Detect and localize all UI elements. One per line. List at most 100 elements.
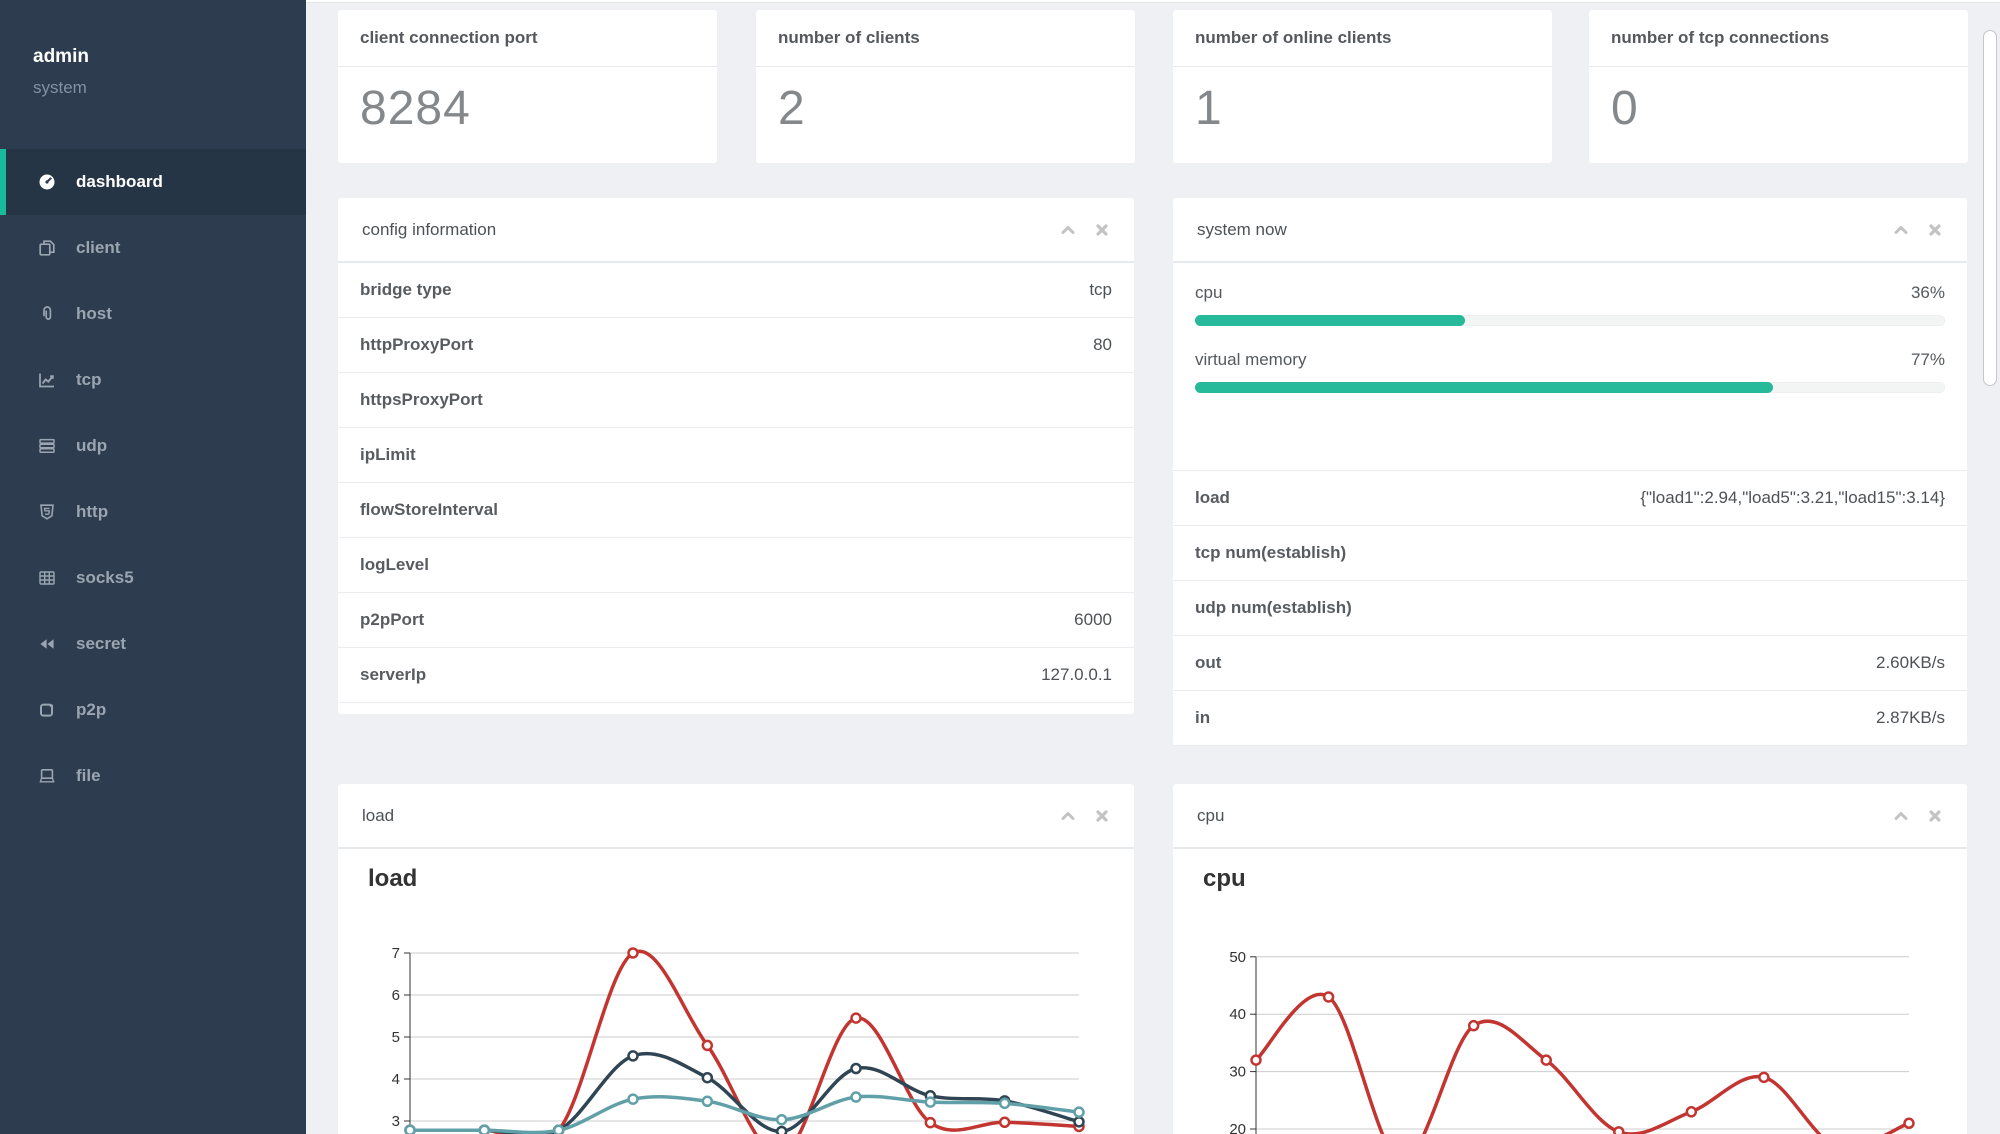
close-icon[interactable] <box>1927 222 1943 238</box>
panel-title: system now <box>1197 219 1287 239</box>
sidebar-item-label: tcp <box>76 370 102 389</box>
gauge-percent: 36% <box>1910 283 1945 302</box>
close-icon[interactable] <box>1094 808 1110 824</box>
row-label: serverIp <box>360 665 427 684</box>
main-content: client connection port 8284 number of clie… <box>306 0 2000 1134</box>
stat-card-label: client connection port <box>338 10 717 67</box>
table-row: load {"load1":2.94,"load5":3.21,"load15":… <box>1173 471 1967 526</box>
row-label: p2pPort <box>360 610 425 629</box>
table-row: ipLimit <box>338 428 1134 483</box>
gauge-label: virtual memory <box>1195 350 1307 369</box>
progress-bar <box>1195 315 1945 326</box>
gauge-label: cpu <box>1195 283 1223 302</box>
app: { "sidebar": { "profile": { "name": "adm… <box>0 0 2000 1134</box>
cpu-chart-panel: cpu cpu 20 30 40 50 <box>1173 784 1967 1134</box>
sidebar-item-udp[interactable]: udp <box>0 413 306 479</box>
sidebar-item-tcp[interactable]: tcp <box>0 347 306 413</box>
svg-text:30: 30 <box>1229 1064 1246 1081</box>
sidebar-item-label: dashboard <box>76 172 163 191</box>
sidebar-item-host[interactable]: host <box>0 281 306 347</box>
sidebar-item-label: socks5 <box>76 568 134 587</box>
sidebar-menu: dashboard client host tcp udp http socks5 secre… <box>0 149 306 809</box>
config-information-panel: config information bridge type tcp httpPro… <box>338 198 1134 714</box>
svg-text:7: 7 <box>392 945 400 962</box>
sidebar-item-label: http <box>76 502 109 521</box>
cpu-chart: cpu 20 30 40 50 <box>1173 849 1967 1134</box>
svg-text:3: 3 <box>392 1113 400 1130</box>
svg-text:4: 4 <box>392 1071 400 1088</box>
load-chart-panel: load load 3 4 5 6 7 <box>338 784 1134 1134</box>
line-chart-icon <box>39 373 54 388</box>
chart-title: cpu <box>1203 865 1246 892</box>
row-label: out <box>1195 653 1222 672</box>
panel-title: config information <box>362 219 497 239</box>
backward-icon <box>40 639 54 649</box>
paperclip-icon <box>43 306 52 320</box>
system-now-panel: system now cpu 36% virtual memory 77% load {… <box>1173 198 1967 746</box>
stat-card: client connection port 8284 <box>338 10 717 163</box>
close-icon[interactable] <box>1094 222 1110 238</box>
row-label: udp num(establish) <box>1195 598 1352 617</box>
server-icon <box>39 438 55 454</box>
sidebar-item-file[interactable]: file <box>0 743 306 809</box>
panel-header: config information <box>338 198 1134 263</box>
user-profile: admin system <box>0 0 306 98</box>
row-label: flowStoreInterval <box>360 500 498 519</box>
table-row: in 2.87KB/s <box>1173 691 1967 746</box>
stat-card-label: number of clients <box>756 10 1135 67</box>
stat-card-value: 2 <box>778 82 806 135</box>
system-gauges: cpu 36% virtual memory 77% <box>1173 263 1967 393</box>
load-chart: load 3 4 5 6 7 <box>338 849 1134 1134</box>
table-row: flowStoreInterval <box>338 483 1134 538</box>
square-icon <box>40 703 53 717</box>
sidebar-item-client[interactable]: client <box>0 215 306 281</box>
laptop-icon <box>39 768 55 783</box>
sidebar-item-label: file <box>76 766 101 785</box>
gauge-icon <box>39 174 55 190</box>
sidebar-item-secret[interactable]: secret <box>0 611 306 677</box>
table-row: udp num(establish) <box>1173 581 1967 636</box>
sidebar-item-dashboard[interactable]: dashboard <box>0 149 306 215</box>
stat-card-label: number of online clients <box>1173 10 1552 67</box>
gauge-percent: 77% <box>1910 350 1945 369</box>
progress-bar <box>1195 382 1945 393</box>
table-row: httpProxyPort 80 <box>338 318 1134 373</box>
panel-header: system now <box>1173 198 1967 263</box>
svg-text:20: 20 <box>1229 1121 1246 1134</box>
panel-header: load <box>338 784 1134 849</box>
stat-card-value: 1 <box>1195 82 1223 135</box>
table-row: p2pPort 6000 <box>338 593 1134 648</box>
cpu-chart-svg: 20 30 40 50 <box>1229 949 1915 1134</box>
chart-title: load <box>368 865 418 892</box>
stat-card-value: 0 <box>1611 82 1639 135</box>
table-row: httpsProxyPort <box>338 373 1134 428</box>
collapse-icon[interactable] <box>1893 808 1909 824</box>
html5-icon <box>40 504 54 520</box>
row-label: load <box>1195 488 1230 507</box>
row-value: {"load1":2.94,"load5":3.21,"load15":3.14… <box>1640 488 1945 507</box>
table-row: tcp num(establish) <box>1173 526 1967 581</box>
stat-card: number of clients 2 <box>756 10 1135 163</box>
system-rows: load {"load1":2.94,"load5":3.21,"load15":… <box>1173 470 1967 746</box>
gauge-virtual-memory: virtual memory 77% <box>1195 350 1945 393</box>
sidebar-item-p2p[interactable]: p2p <box>0 677 306 743</box>
svg-text:50: 50 <box>1229 949 1246 966</box>
table-row: out 2.60KB/s <box>1173 636 1967 691</box>
collapse-icon[interactable] <box>1060 808 1076 824</box>
panel-header: cpu <box>1173 784 1967 849</box>
sidebar-item-label: udp <box>76 436 108 455</box>
navbar-remnant <box>306 0 2000 3</box>
close-icon[interactable] <box>1927 808 1943 824</box>
stat-card-label: number of tcp connections <box>1589 10 1968 67</box>
collapse-icon[interactable] <box>1060 222 1076 238</box>
sidebar-item-label: p2p <box>76 700 107 719</box>
scrollbar-thumb[interactable] <box>1983 30 1997 386</box>
row-value: 6000 <box>1074 610 1112 629</box>
table-row: logLevel <box>338 538 1134 593</box>
sidebar-item-socks5[interactable]: socks5 <box>0 545 306 611</box>
sidebar-item-http[interactable]: http <box>0 479 306 545</box>
row-label: httpProxyPort <box>360 335 474 354</box>
stat-card: number of online clients 1 <box>1173 10 1552 163</box>
row-label: logLevel <box>360 555 429 574</box>
collapse-icon[interactable] <box>1893 222 1909 238</box>
